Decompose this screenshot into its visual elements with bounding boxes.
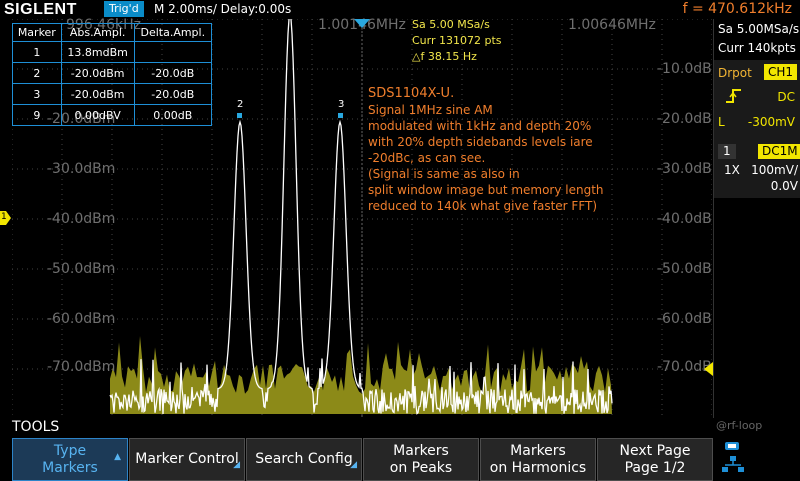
softkey-line1: Next Page	[619, 442, 691, 459]
softkey-bar: Type Markers ▲ Marker Control ◢ Search C…	[12, 438, 713, 481]
probe-attenuation: 1X	[724, 163, 740, 177]
annotation-line: SDS1104X-U.	[368, 86, 455, 101]
marker-delta-ampl: -20.0dB	[133, 62, 213, 84]
marker-id: 2	[12, 62, 62, 84]
y-axis-label-left: -60.0dBm	[47, 311, 116, 327]
column-header: Delta.Ampl.	[133, 23, 213, 42]
sample-rate-text: Sa 5.00 MSa/s	[412, 18, 490, 31]
volts-per-div: 100mV/	[751, 163, 798, 177]
annotation-line: split window image but memory length	[368, 183, 604, 197]
softkey-line1: Markers	[510, 442, 566, 459]
fft-display-area[interactable]: -10.0dBm -20.0dBm -20.0dBm -30.0dBm -30.…	[12, 17, 725, 418]
marker-abs-ampl: 13.8mdBm	[60, 41, 135, 63]
rising-edge-icon	[726, 88, 742, 108]
up-arrow-icon: ▲	[114, 452, 121, 462]
softkey-line1: Type	[53, 442, 87, 459]
marker-table-header: Marker Abs.Ampl. Delta.Ampl.	[12, 23, 213, 42]
marker-delta-ampl: -20.0dB	[133, 83, 213, 105]
marker-id: 3	[12, 83, 62, 105]
marker-delta-ampl: 0.00dB	[133, 104, 213, 126]
marker-abs-ampl: -20.0dBm	[60, 83, 135, 105]
marker-id: 9	[12, 104, 62, 126]
marker-2-point[interactable]	[237, 113, 242, 118]
trigger-status-badge: Trig'd	[104, 1, 144, 17]
annotation-line: modulated with 1kHz and depth 20%	[368, 119, 592, 133]
column-header: Marker	[12, 23, 62, 42]
fft-sample-info: Sa 5.00 MSa/s Curr 131072 pts △f 38.15 H…	[412, 17, 502, 65]
resolution-text: △f 38.15 Hz	[412, 50, 477, 63]
softkey-line1: Search Config	[255, 451, 353, 467]
marker-table: Marker Abs.Ampl. Delta.Ampl. 1 13.8mdBm …	[12, 23, 213, 126]
table-row: 1 13.8mdBm	[12, 41, 213, 63]
marker-2-label: 2	[237, 99, 244, 110]
trigger-position-icon	[354, 19, 370, 28]
usb-network-status-icons	[722, 442, 744, 472]
x-axis-label: 1.00646MHz	[568, 17, 656, 33]
y-axis-label-left: -30.0dBm	[47, 161, 116, 177]
annotation-text: SDS1104X-U. Signal 1MHz sine AM modulate…	[368, 86, 708, 214]
marker-id: 1	[12, 41, 62, 63]
submenu-arrow-icon: ◢	[233, 460, 240, 470]
column-header: Abs.Ampl.	[60, 23, 135, 42]
trigger-coupling: DC	[777, 90, 795, 104]
annotation-line: with 20% depth sidebands levels iare	[368, 135, 593, 149]
menu-title: TOOLS	[12, 419, 60, 435]
trigger-settings-box[interactable]: Drpot CH1 DC L -300mV	[714, 60, 800, 150]
table-row: 2 -20.0dBm -20.0dB	[12, 62, 213, 84]
softkey-line1: Marker Control	[135, 451, 239, 467]
channel-number: 1	[718, 144, 736, 159]
annotation-line: Signal 1MHz sine AM	[368, 103, 493, 117]
annotation-line: -20dBc, as can see.	[368, 151, 486, 165]
right-info-panel: Sa 5.00MSa/s Curr 140kpts Drpot CH1 DC L…	[713, 19, 800, 432]
frequency-counter-readout: f = 470.612kHz	[682, 1, 792, 17]
marker-control-softkey[interactable]: Marker Control ◢	[129, 438, 245, 481]
trigger-type-label: Drpot	[718, 66, 752, 80]
marker-3-label: 3	[338, 99, 345, 110]
timebase-readout: M 2.00ms/ Delay:0.00s	[154, 2, 292, 16]
y-axis-label-left: -50.0dBm	[47, 261, 116, 277]
next-page-softkey[interactable]: Next Page Page 1/2	[597, 438, 713, 481]
watermark-text: @rf-loop	[716, 419, 763, 432]
submenu-arrow-icon: ◢	[350, 460, 357, 470]
annotation-line: (Signal is same as also in	[368, 167, 520, 181]
type-markers-softkey[interactable]: Type Markers ▲	[12, 438, 128, 481]
trigger-level-value: -300mV	[747, 115, 795, 129]
input-coupling-badge: DC1M	[758, 144, 800, 159]
table-row: 9 0.00dBV 0.00dB	[12, 104, 213, 126]
trigger-level-label: L	[718, 115, 725, 129]
softkey-line2: Page 1/2	[624, 459, 686, 476]
channel-1-marker-label: 1	[1, 212, 7, 222]
annotation-line: reduced to 140k what give faster FFT)	[368, 199, 598, 213]
trigger-source-badge: CH1	[764, 64, 798, 80]
markers-on-peaks-softkey[interactable]: Markers on Peaks	[363, 438, 479, 481]
markers-on-harmonics-softkey[interactable]: Markers on Harmonics	[480, 438, 596, 481]
sample-rate-readout: Sa 5.00MSa/s	[718, 22, 800, 36]
trigger-level-icon	[704, 362, 713, 376]
search-config-softkey[interactable]: Search Config ◢	[246, 438, 362, 481]
channel-offset: 0.0V	[770, 179, 798, 193]
y-axis-label-left: -40.0dBm	[47, 211, 116, 227]
table-row: 3 -20.0dBm -20.0dB	[12, 83, 213, 105]
softkey-line1: Markers	[393, 442, 449, 459]
marker-delta-ampl	[133, 41, 213, 63]
marker-3-point[interactable]	[338, 113, 343, 118]
softkey-line2: on Peaks	[389, 459, 453, 476]
memory-depth-readout: Curr 140kpts	[718, 41, 796, 55]
marker-abs-ampl: -20.0dBm	[60, 62, 135, 84]
channel-1-settings-box[interactable]: 1 DC1M 1X 100mV/ 0.0V	[714, 142, 800, 198]
softkey-line2: on Harmonics	[489, 459, 587, 476]
marker-abs-ampl: 0.00dBV	[60, 104, 135, 126]
memory-depth-text: Curr 131072 pts	[412, 34, 502, 47]
softkey-line2: Markers	[42, 459, 98, 476]
y-axis-label-left: -70.0dBm	[47, 359, 116, 375]
